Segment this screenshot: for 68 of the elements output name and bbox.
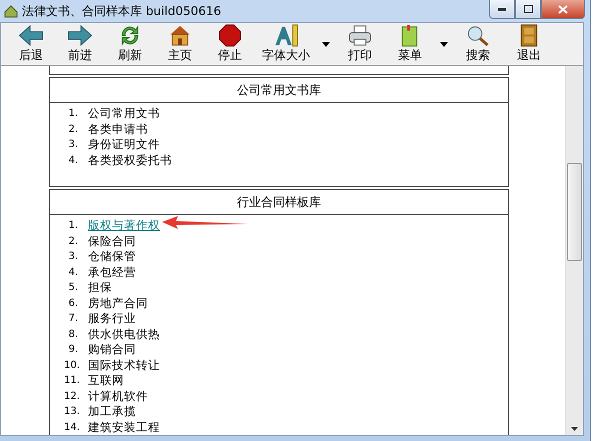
scrollbar-thumb[interactable] xyxy=(567,163,582,261)
list-item: 承包经营 xyxy=(88,264,136,280)
list-item: 保险合同 xyxy=(88,234,136,249)
caret-icon xyxy=(322,42,330,46)
list-item: 担保 xyxy=(88,280,112,296)
list-number: 10. xyxy=(64,360,81,371)
door-icon xyxy=(518,24,540,47)
list-number: 13. xyxy=(64,406,81,418)
list-item: 建筑安装工程 xyxy=(88,420,160,435)
printer-icon xyxy=(347,24,373,47)
toolbar-button[interactable]: 主页 xyxy=(155,24,205,64)
toolbar-button[interactable]: 刷新 xyxy=(105,24,155,64)
maximize-icon xyxy=(524,5,532,13)
list-item: 身份证明文件 xyxy=(88,137,160,152)
list-item: 各类申请书 xyxy=(88,122,148,137)
list-number: 8. xyxy=(67,328,79,340)
minimize-button[interactable] xyxy=(489,0,515,19)
list-number: 1. xyxy=(67,108,79,120)
close-icon xyxy=(558,4,568,14)
list-link[interactable]: 版权与著作权 xyxy=(88,218,160,234)
search-icon xyxy=(465,24,491,47)
list-item: 加工承揽 xyxy=(88,404,136,420)
list-item: 服务行业 xyxy=(88,311,136,326)
list-number: 1. xyxy=(67,220,79,232)
list-item: 互联网 xyxy=(88,373,124,388)
toolbar-button[interactable]: 停止 xyxy=(205,24,255,64)
close-button[interactable] xyxy=(541,0,585,19)
list-number: 6. xyxy=(67,298,79,309)
list-item: 供水供电供热 xyxy=(88,326,160,342)
minimize-icon xyxy=(498,8,506,10)
list-item: 购销合同 xyxy=(88,342,136,358)
scroll-down-icon[interactable] xyxy=(571,427,578,431)
list-number: 3. xyxy=(67,251,79,262)
list-item: 房地产合同 xyxy=(88,296,148,311)
toolbar-button[interactable]: 后退 xyxy=(7,24,55,64)
list-number: 12. xyxy=(64,390,81,402)
list-number: 4. xyxy=(67,154,79,166)
list-item: 各类授权委托书 xyxy=(88,152,172,168)
caret-icon xyxy=(440,42,448,46)
list-number: 2. xyxy=(67,236,79,247)
stop-sign-icon xyxy=(218,24,242,47)
list-item: 仓储保管 xyxy=(88,249,136,264)
list-number: 3. xyxy=(67,139,79,150)
vertical-scrollbar[interactable] xyxy=(565,66,583,435)
toolbar-button[interactable]: 前进 xyxy=(55,24,105,64)
house-icon xyxy=(168,24,192,47)
app-house-icon xyxy=(4,4,18,18)
toolbar-button[interactable]: 打印 xyxy=(335,24,385,64)
toolbar-button[interactable]: 字体大小 xyxy=(255,24,317,64)
toolbar-button[interactable]: 退出 xyxy=(503,24,555,64)
list-number: 14. xyxy=(64,422,81,433)
list-item: 国际技术转让 xyxy=(88,358,160,373)
toolbar-button[interactable]: 菜单 xyxy=(385,24,435,64)
window-title: 法律文书、合同样本库 build050616 xyxy=(22,2,222,20)
list-number: 4. xyxy=(67,266,79,278)
list-number: 5. xyxy=(67,282,79,294)
list-number: 11. xyxy=(64,375,81,386)
section-title: 行业合同样板库 xyxy=(50,190,508,215)
back-arrow-icon xyxy=(17,24,45,47)
list-item: 公司常用文书 xyxy=(88,106,160,122)
section-title: 公司常用文书库 xyxy=(50,78,508,103)
list-number: 2. xyxy=(67,124,79,135)
list-number: 9. xyxy=(67,344,79,356)
forward-arrow-icon xyxy=(66,24,94,47)
list-item: 计算机软件 xyxy=(88,388,148,404)
maximize-button[interactable] xyxy=(515,0,541,19)
list-number: 7. xyxy=(67,313,79,324)
toolbar-button[interactable]: 搜索 xyxy=(453,24,503,64)
